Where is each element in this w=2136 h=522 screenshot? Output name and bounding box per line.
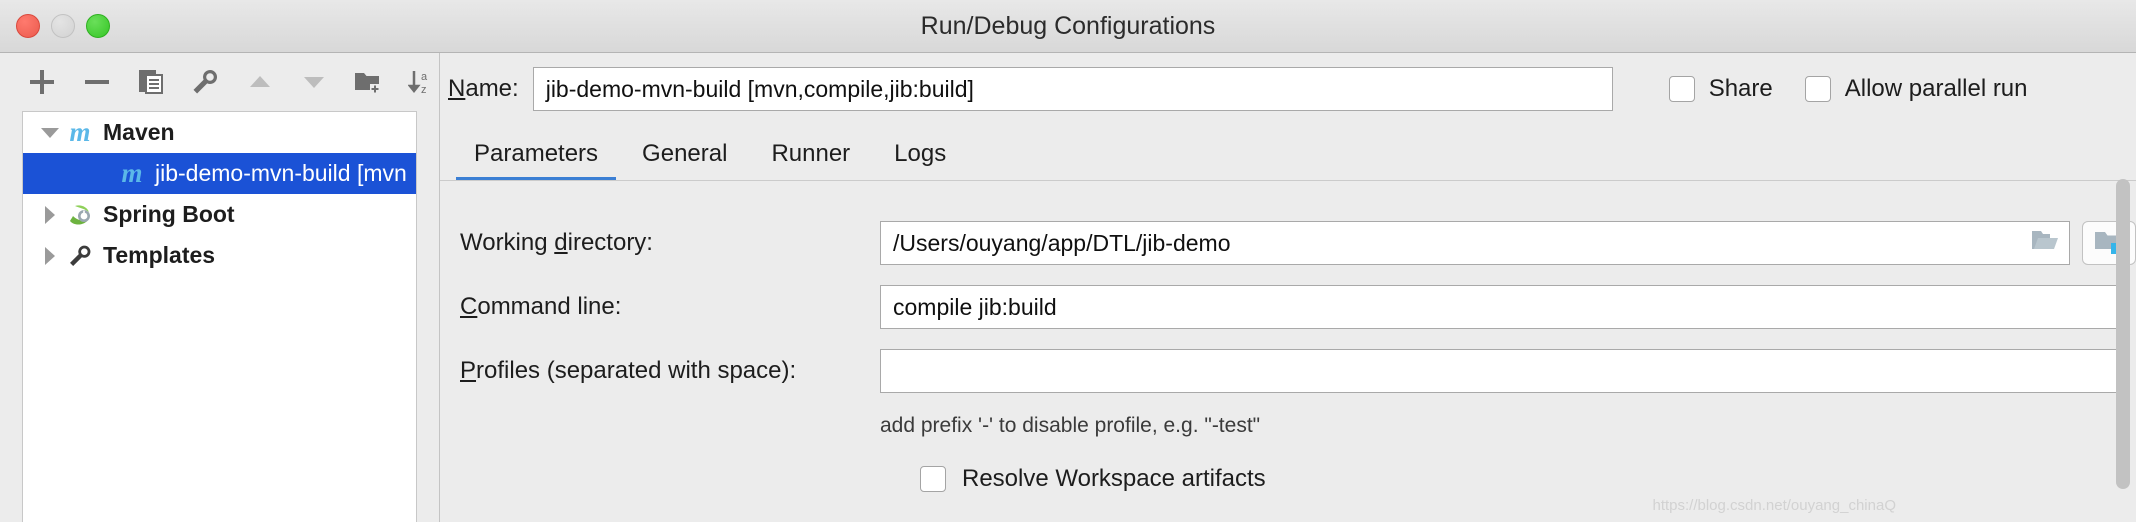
maven-m-icon: m <box>121 158 143 188</box>
chevron-down-icon[interactable] <box>37 127 63 138</box>
vertical-scrollbar-thumb[interactable] <box>2116 179 2130 489</box>
share-label: Share <box>1708 75 1773 102</box>
zoom-window-button[interactable] <box>86 14 110 38</box>
allow-parallel-run-label: Allow parallel run <box>1844 75 2028 102</box>
svg-text:a: a <box>421 71 428 83</box>
tree-item-label: Templates <box>103 242 216 268</box>
configurations-toolbar: a z <box>0 53 439 111</box>
configurations-tree[interactable]: m Maven m jib-demo-mvn-build [mvn Spring… <box>22 111 417 522</box>
vertical-scrollbar[interactable] <box>2116 171 2130 522</box>
profiles-input[interactable] <box>880 349 2125 393</box>
share-checkbox[interactable] <box>1668 76 1695 102</box>
maven-m-icon: m <box>69 117 91 147</box>
header-checkboxes: Share Allow parallel run <box>1668 75 2046 103</box>
working-directory-row: Working directory: /Users/ouyang/app/DTL… <box>440 211 2136 275</box>
tab-logs[interactable]: Logs <box>872 140 968 180</box>
name-row: Name: jib-demo-mvn-build [mvn,compile,ji… <box>440 53 2136 125</box>
move-up-icon[interactable] <box>244 64 276 100</box>
tree-item-label: jib-demo-mvn-build [mvn <box>155 160 407 186</box>
resolve-workspace-artifacts-label: Resolve Workspace artifacts <box>962 465 1266 492</box>
minimize-window-button[interactable] <box>51 14 75 38</box>
working-directory-label: Working directory: <box>460 229 653 256</box>
profiles-hint: add prefix '-' to disable profile, e.g. … <box>880 414 1261 437</box>
command-line-label: Command line: <box>460 293 622 320</box>
profiles-hint-row: add prefix '-' to disable profile, e.g. … <box>440 403 2136 449</box>
name-input[interactable]: jib-demo-mvn-build [mvn,compile,jib:buil… <box>532 67 1613 111</box>
configurations-panel: a z m Maven m jib-demo-mvn-build [mvn Sp… <box>0 53 440 522</box>
window-title: Run/Debug Configurations <box>920 11 1216 40</box>
allow-parallel-run-checkbox[interactable] <box>1804 76 1831 102</box>
folder-open-icon[interactable] <box>2031 228 2059 258</box>
add-icon[interactable] <box>26 64 58 100</box>
name-label: Name: <box>448 75 519 102</box>
parameters-form: Working directory: /Users/ouyang/app/DTL… <box>440 181 2136 522</box>
copy-icon[interactable] <box>135 64 167 100</box>
tree-item-label: Spring Boot <box>103 201 235 227</box>
tab-parameters[interactable]: Parameters <box>452 140 620 180</box>
close-window-button[interactable] <box>16 14 40 38</box>
remove-icon[interactable] <box>80 64 112 100</box>
profiles-row: Profiles (separated with space): <box>440 339 2136 403</box>
sort-alphabetically-icon[interactable]: a z <box>407 64 439 100</box>
move-down-icon[interactable] <box>298 64 330 100</box>
traffic-lights <box>16 14 110 38</box>
working-directory-input[interactable]: /Users/ouyang/app/DTL/jib-demo <box>880 221 2070 265</box>
command-line-row: Command line: compile jib:build <box>440 275 2136 339</box>
svg-text:z: z <box>421 84 427 96</box>
tree-item-jib-demo-mvn-build[interactable]: m jib-demo-mvn-build [mvn <box>23 153 416 194</box>
tab-general[interactable]: General <box>620 140 749 180</box>
tree-item-spring-boot[interactable]: Spring Boot <box>23 194 416 235</box>
spring-boot-leaf-icon <box>63 201 97 229</box>
working-directory-value: /Users/ouyang/app/DTL/jib-demo <box>893 229 1231 256</box>
wrench-icon <box>63 243 97 269</box>
window-titlebar: Run/Debug Configurations <box>0 0 2136 53</box>
chevron-right-icon[interactable] <box>37 205 63 224</box>
watermark-text: https://blog.csdn.net/ouyang_chinaQ <box>1652 497 1896 514</box>
dialog-body: a z m Maven m jib-demo-mvn-build [mvn Sp… <box>0 53 2136 522</box>
tab-runner[interactable]: Runner <box>749 140 872 180</box>
profiles-label: Profiles (separated with space): <box>460 357 797 384</box>
tree-item-templates[interactable]: Templates <box>23 235 416 276</box>
new-folder-icon[interactable] <box>352 64 384 100</box>
configuration-editor-panel: Name: jib-demo-mvn-build [mvn,compile,ji… <box>440 53 2136 522</box>
command-line-input[interactable]: compile jib:build <box>880 285 2125 329</box>
wrench-icon[interactable] <box>189 64 221 100</box>
resolve-workspace-artifacts-checkbox[interactable] <box>920 466 946 492</box>
tree-item-maven[interactable]: m Maven <box>23 112 416 153</box>
tab-bar: Parameters General Runner Logs <box>440 125 2136 181</box>
chevron-right-icon[interactable] <box>37 246 63 265</box>
tree-item-label: Maven <box>103 119 175 145</box>
